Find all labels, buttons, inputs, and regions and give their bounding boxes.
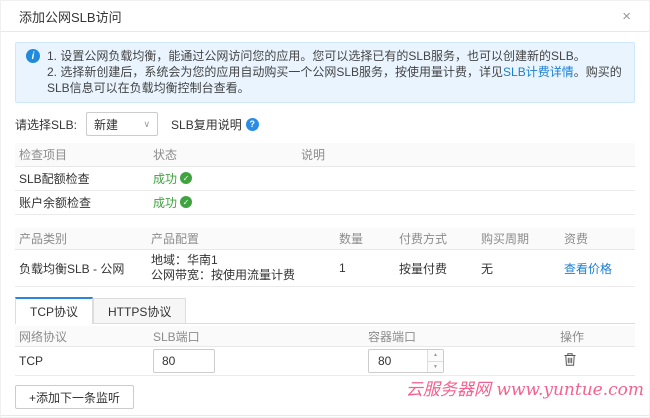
- col-quantity: 数量: [339, 232, 364, 246]
- check-item-name: SLB配额检查: [19, 172, 90, 186]
- add-public-slb-dialog: 添加公网SLB访问 × i 1. 设置公网负载均衡，能通过公网访问您的应用。您可…: [0, 0, 650, 418]
- stepper-buttons: ▲ ▼: [427, 350, 443, 372]
- col-status: 状态: [153, 148, 178, 162]
- product-table-header: 产品类别 产品配置 数量 付费方式 购买周期 资费: [15, 228, 635, 250]
- listener-table: 网络协议 SLB端口 容器端口 操作 TCP ▲ ▼: [15, 326, 635, 376]
- banner-text: 1. 设置公网负载均衡，能通过公网访问您的应用。您可以选择已有的SLB服务，也可…: [47, 48, 624, 96]
- success-check-icon: ✓: [180, 196, 193, 208]
- table-row: TCP ▲ ▼: [15, 347, 635, 376]
- listener-table-header: 网络协议 SLB端口 容器端口 操作: [15, 326, 635, 347]
- col-container-port: 容器端口: [368, 329, 417, 344]
- view-price-link-text[interactable]: 查看价格: [564, 262, 612, 276]
- table-row: SLB配额检查 成功 ✓: [15, 167, 635, 191]
- col-action: 操作: [560, 329, 585, 344]
- slb-port-input[interactable]: [153, 349, 215, 373]
- col-product-category: 产品类别: [19, 232, 68, 246]
- info-banner: i 1. 设置公网负载均衡，能通过公网访问您的应用。您可以选择已有的SLB服务，…: [15, 42, 635, 103]
- product-config: 地域：华南1 公网带宽：按使用流量计费: [147, 253, 335, 283]
- product-table: 产品类别 产品配置 数量 付费方式 购买周期 资费 负载均衡SLB - 公网 地…: [15, 228, 635, 287]
- banner-line-2: 2. 选择新创建后，系统会为您的应用自动购买一个公网SLB服务，按使用量计费，详…: [47, 64, 624, 96]
- col-check-item: 检查项目: [19, 148, 68, 162]
- banner-line-2-text: 2. 选择新创建后，系统会为您的应用自动购买一个公网SLB服务，按使用量计费，详…: [47, 65, 504, 79]
- banner-line-1: 1. 设置公网负载均衡，能通过公网访问您的应用。您可以选择已有的SLB服务，也可…: [47, 49, 586, 63]
- product-category: 负载均衡SLB - 公网: [19, 261, 125, 276]
- slb-select-value: 新建: [94, 117, 119, 132]
- status-text: 成功: [153, 172, 178, 186]
- delete-listener-button[interactable]: [563, 352, 577, 367]
- check-table: 检查项目 状态 说明 SLB配额检查 成功 ✓ 账户余额检查 成功 ✓: [15, 143, 635, 215]
- table-row: 负载均衡SLB - 公网 地域：华南1 公网带宽：按使用流量计费 1 按量付费 …: [15, 250, 635, 287]
- close-icon[interactable]: ×: [622, 9, 631, 24]
- view-price-link: 查看价格: [560, 260, 635, 277]
- slb-select-dropdown[interactable]: 新建 ∨: [86, 112, 159, 136]
- slb-reuse-label: SLB复用说明: [171, 117, 242, 132]
- col-pay-type: 付费方式: [399, 232, 448, 246]
- protocol-tabs: TCP协议 HTTPS协议: [15, 297, 635, 324]
- listener-protocol: TCP: [19, 354, 43, 368]
- slb-select-row: 请选择SLB: 新建 ∨ SLB复用说明 ?: [15, 112, 635, 136]
- check-item-status: 成功 ✓: [149, 194, 297, 211]
- success-check-icon: ✓: [180, 172, 193, 184]
- slb-select-label: 请选择SLB:: [15, 117, 78, 132]
- col-price: 资费: [564, 232, 589, 246]
- col-desc: 说明: [301, 148, 326, 162]
- check-item-status: 成功 ✓: [149, 170, 297, 187]
- dialog-header: 添加公网SLB访问 ×: [1, 1, 649, 32]
- stepper-down-icon[interactable]: ▼: [428, 361, 443, 372]
- config-bandwidth: 公网带宽：按使用流量计费: [151, 268, 296, 282]
- tab-https[interactable]: HTTPS协议: [93, 298, 187, 323]
- product-pay-type: 按量付费: [399, 261, 448, 276]
- trash-icon: [564, 353, 576, 366]
- info-icon: i: [26, 49, 40, 63]
- slb-billing-link[interactable]: SLB计费详情: [503, 65, 574, 79]
- check-table-header: 检查项目 状态 说明: [15, 143, 635, 167]
- dialog-body: i 1. 设置公网负载均衡，能通过公网访问您的应用。您可以选择已有的SLB服务，…: [1, 42, 649, 409]
- listener-action-cell: [556, 352, 635, 370]
- stepper-up-icon[interactable]: ▲: [428, 350, 443, 362]
- chevron-down-icon: ∨: [143, 118, 151, 129]
- col-period: 购买周期: [481, 232, 530, 246]
- col-slb-port: SLB端口: [153, 329, 200, 344]
- add-listener-button[interactable]: +添加下一条监听: [15, 385, 135, 409]
- col-protocol: 网络协议: [19, 329, 68, 344]
- product-period: 无: [481, 261, 494, 276]
- check-item-name: 账户余额检查: [19, 196, 92, 210]
- status-text: 成功: [153, 196, 178, 210]
- container-port-input[interactable]: [369, 350, 427, 372]
- dialog-title: 添加公网SLB访问: [19, 9, 122, 25]
- config-region: 地域：华南1: [151, 253, 218, 267]
- product-quantity: 1: [339, 261, 346, 275]
- slb-port-cell: [149, 349, 364, 373]
- col-product-config: 产品配置: [151, 232, 200, 246]
- container-port-cell: ▲ ▼: [364, 349, 556, 373]
- tab-tcp[interactable]: TCP协议: [15, 297, 94, 324]
- help-icon[interactable]: ?: [245, 117, 259, 131]
- table-row: 账户余额检查 成功 ✓: [15, 191, 635, 215]
- container-port-stepper: ▲ ▼: [368, 349, 444, 373]
